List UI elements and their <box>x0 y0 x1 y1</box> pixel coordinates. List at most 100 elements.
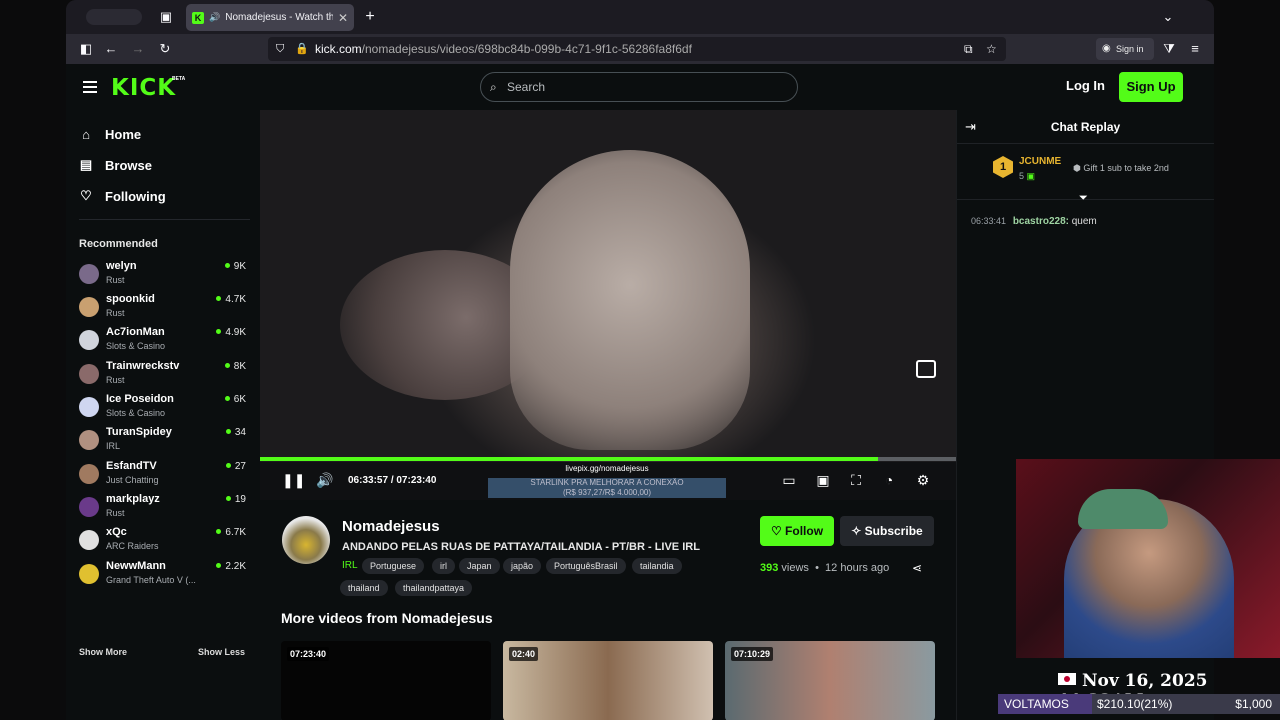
fullscreen-icon[interactable]: ⛶ <box>847 471 865 489</box>
follow-button[interactable]: ♡ Follow <box>760 516 834 546</box>
recommended-channel[interactable]: Ice Poseidon Slots & Casino 6K <box>79 393 249 423</box>
video-player[interactable]: ❚❚ 🔊 06:33:57 / 07:23:40 livepix.gg/noma… <box>260 110 956 500</box>
bookmark-star-icon[interactable]: ☆ <box>986 37 997 61</box>
expand-leaderboard-icon[interactable]: ⏷ <box>1079 192 1088 205</box>
thumbnail-duration: 07:23:40 <box>287 647 330 661</box>
streamer-cap <box>1078 489 1168 529</box>
lock-icon[interactable]: 🔒 <box>295 37 309 61</box>
kick-favicon-icon: K <box>192 11 204 24</box>
account-icon: ◉ <box>1102 43 1111 54</box>
tab-group-pill[interactable] <box>86 9 142 25</box>
video-thumbnail[interactable]: 02:40 <box>503 641 713 720</box>
signup-button[interactable]: Sign Up <box>1119 72 1183 102</box>
shield-icon[interactable]: ⛉ <box>276 37 284 61</box>
volume-icon[interactable]: 🔊 <box>316 471 334 489</box>
tab-active[interactable]: K 🔊 Nomadejesus - Watch the V ✕ <box>186 4 354 31</box>
picture-in-picture-icon[interactable]: ⧉ <box>964 37 973 61</box>
playback-speed-icon[interactable]: ◔ <box>880 471 898 489</box>
channel-name-heading[interactable]: Nomadejesus <box>342 518 440 535</box>
pip-icon[interactable] <box>916 360 936 378</box>
gift-sub-prompt[interactable]: ⬢ Gift 1 sub to take 2nd <box>1073 163 1169 174</box>
new-tab-icon[interactable]: + <box>362 9 378 25</box>
theater-mode-icon[interactable]: ▣ <box>814 471 832 489</box>
message-username[interactable]: bcastro228: <box>1013 216 1069 227</box>
channel-category: Slots & Casino <box>106 341 166 351</box>
speaker-icon[interactable]: 🔊 <box>209 12 220 23</box>
forward-icon[interactable]: → <box>130 41 146 57</box>
live-dot-icon <box>216 296 222 301</box>
live-dot-icon <box>225 496 231 501</box>
live-dot-icon <box>216 563 222 568</box>
extensions-icon[interactable]: ⧩ <box>1161 41 1177 57</box>
recommended-channel[interactable]: spoonkid Rust 4.7K <box>79 293 249 323</box>
recommended-channel[interactable]: Trainwreckstv Rust 8K <box>79 360 249 390</box>
search-input[interactable]: ⌕ Search <box>480 72 798 102</box>
pause-icon[interactable]: ❚❚ <box>282 471 305 489</box>
close-tab-icon[interactable]: ✕ <box>338 11 348 25</box>
tag-chip[interactable]: Portuguese <box>362 558 425 574</box>
signin-button[interactable]: ◉ Sign in <box>1096 38 1154 60</box>
live-dot-icon <box>225 429 231 434</box>
recommended-channel[interactable]: TuranSpidey IRL 34 <box>79 426 249 456</box>
hamburger-menu-icon[interactable] <box>83 81 97 93</box>
tag-chip[interactable]: thailandpattaya <box>395 580 473 596</box>
viewer-count: 8K <box>224 361 246 372</box>
url-bar[interactable]: ⛉ 🔒 kick.com/nomadejesus/videos/698bc84b… <box>268 37 1006 61</box>
chevron-down-icon[interactable]: ⌄ <box>1160 9 1176 25</box>
show-more-button[interactable]: Show More <box>79 647 127 657</box>
clip-icon[interactable]: ▭ <box>780 471 798 489</box>
video-thumbnail[interactable]: 07:23:40 <box>281 641 491 720</box>
tag-chip[interactable]: japão <box>503 558 542 574</box>
gift-icon: ⬢ <box>1073 163 1084 173</box>
site-header: KICK BETA ⌕ Search Log In Sign Up <box>66 64 1214 110</box>
channel-avatar[interactable] <box>282 516 330 564</box>
viewer-count: 4.9K <box>216 327 246 338</box>
recommended-channel[interactable]: markplayz Rust 19 <box>79 493 249 523</box>
channel-name: EsfandTV <box>106 460 157 472</box>
channel-name: Trainwreckstv <box>106 360 180 372</box>
recommended-channel[interactable]: xQc ARC Raiders 6.7K <box>79 526 249 556</box>
beta-badge: BETA <box>172 76 186 82</box>
recommended-channel[interactable]: welyn Rust 9K <box>79 260 249 290</box>
tag-chip[interactable]: tailandia <box>632 558 682 574</box>
viewer-count: 27 <box>225 461 246 472</box>
chat-header: ⇥ Chat Replay <box>957 110 1214 144</box>
avatar <box>79 464 99 484</box>
menu-icon[interactable]: ≡ <box>1187 41 1203 57</box>
japan-flag-icon <box>1058 673 1076 685</box>
sidebar-toggle-icon[interactable]: ◧ <box>78 41 94 57</box>
tag-chip[interactable]: thailand <box>340 580 388 596</box>
ticker-label: VOLTAMOS <box>1004 697 1069 711</box>
progress-bar[interactable] <box>260 457 956 461</box>
sidebar-item-label: Home <box>105 127 142 142</box>
recommended-channel[interactable]: NewwMann Grand Theft Auto V (... 2.2K <box>79 560 249 590</box>
recommended-channel[interactable]: EsfandTV Just Chatting 27 <box>79 460 249 490</box>
tag-chip[interactable]: irl <box>432 558 455 574</box>
login-button[interactable]: Log In <box>1066 78 1105 93</box>
kick-logo[interactable]: KICK <box>111 75 176 101</box>
channel-name: TuranSpidey <box>106 426 172 438</box>
channel-name: markplayz <box>106 493 160 505</box>
top-gifter-name[interactable]: JCUNME <box>1019 156 1061 167</box>
share-icon[interactable]: ⋖ <box>912 561 922 575</box>
video-thumbnail[interactable]: 07:10:29 <box>725 641 935 720</box>
gift-icon: ▣ <box>1026 171 1036 181</box>
top-gifter-count: 5 ▣ <box>1019 171 1036 181</box>
subscribe-button[interactable]: ✧ Subscribe <box>840 516 934 546</box>
show-less-button[interactable]: Show Less <box>198 647 245 657</box>
avatar <box>79 297 99 317</box>
back-icon[interactable]: ← <box>103 41 119 57</box>
sidebar-item-following[interactable]: ♡ Following <box>79 188 165 204</box>
sidebar-item-home[interactable]: ⌂ Home <box>79 127 141 142</box>
tag-chip[interactable]: PortuguêsBrasil <box>546 558 626 574</box>
recommended-channel[interactable]: Ac7ionMan Slots & Casino 4.9K <box>79 326 249 356</box>
sidebar-item-browse[interactable]: ▤ Browse <box>79 157 152 173</box>
settings-gear-icon[interactable]: ⚙ <box>914 471 932 489</box>
reload-icon[interactable]: ↻ <box>157 41 173 57</box>
viewer-count: 6.7K <box>216 527 246 538</box>
tab-overview-icon[interactable]: ▣ <box>158 9 174 25</box>
tag-chip[interactable]: Japan <box>459 558 500 574</box>
video-hand-shape <box>510 150 750 450</box>
avatar <box>79 564 99 584</box>
category-link[interactable]: IRL <box>342 560 358 571</box>
